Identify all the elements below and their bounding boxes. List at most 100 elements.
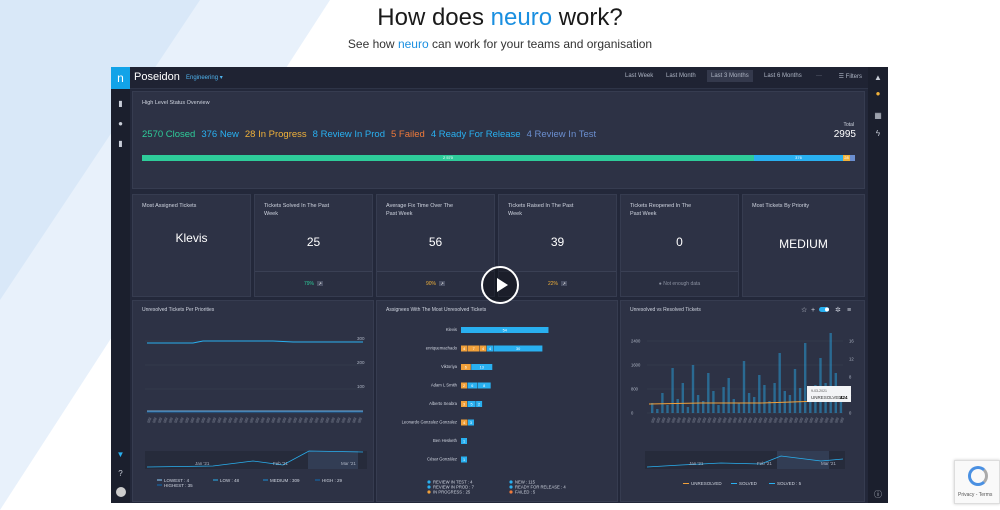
download-icon[interactable]: ▼ bbox=[116, 450, 125, 459]
more-icon[interactable]: ··· bbox=[812, 73, 826, 79]
status-item[interactable]: 5 Failed bbox=[391, 129, 425, 140]
range-last-3-months[interactable]: Last 3 Months bbox=[707, 70, 753, 82]
info-icon[interactable]: ⓘ bbox=[873, 490, 883, 500]
y-tick: 200 bbox=[357, 360, 365, 365]
solved-bar[interactable] bbox=[661, 393, 664, 413]
solved-bar[interactable] bbox=[819, 358, 822, 413]
range-last-week[interactable]: Last Week bbox=[621, 73, 657, 79]
solved-bar[interactable] bbox=[666, 405, 669, 413]
legend-item[interactable]: HIGHEST : 35 bbox=[164, 483, 193, 488]
card-title: High Level Status Overview bbox=[142, 100, 210, 106]
solved-bar[interactable] bbox=[656, 409, 659, 413]
bar-label: 2 bbox=[463, 384, 465, 388]
solved-bar[interactable] bbox=[753, 397, 756, 413]
kpi-value: 25 bbox=[306, 235, 321, 249]
x-tick: ||||||| bbox=[357, 417, 363, 424]
legend-marker bbox=[315, 479, 320, 481]
solved-bar[interactable] bbox=[742, 361, 746, 413]
solved-bar[interactable] bbox=[671, 368, 674, 413]
assignees-chart: Assignees With The Most Unresolved Ticke… bbox=[386, 307, 566, 495]
kpi-change: 90% ↗ bbox=[425, 281, 445, 287]
page-title: How does neuro work? bbox=[377, 4, 623, 31]
bar-label: 7 bbox=[473, 347, 475, 351]
legend-marker bbox=[509, 480, 513, 484]
bolt-icon[interactable]: ϟ bbox=[873, 129, 883, 139]
priorities-chart: Unresolved Tickets Per Priorities 300 200… bbox=[142, 307, 367, 488]
rocket-icon[interactable]: ▲ bbox=[873, 73, 883, 83]
solved-bar[interactable] bbox=[758, 375, 761, 413]
card-title: Tickets Reopened In The Past Week bbox=[630, 203, 692, 217]
solved-bar[interactable] bbox=[722, 387, 725, 413]
legend-item[interactable]: FAILED : 5 bbox=[515, 490, 536, 495]
total-value: 2995 bbox=[833, 129, 856, 140]
settings-icon[interactable]: ✲ bbox=[835, 306, 841, 314]
solved-bar[interactable] bbox=[727, 378, 730, 413]
status-item[interactable]: 376 New bbox=[201, 129, 239, 140]
dashboard-video[interactable]: n ▮ ● ▮ ▼ ? ▲ ● ▦ ϟ ⓘ Poseidon Engineeri… bbox=[111, 67, 888, 503]
solved-bar[interactable] bbox=[717, 405, 720, 413]
star-icon[interactable]: ☆ bbox=[801, 306, 807, 314]
kpi-value: Klevis bbox=[175, 231, 208, 245]
status-item[interactable]: 4 Review In Test bbox=[527, 129, 597, 140]
chart-title: Unresolved Tickets Per Priorities bbox=[142, 307, 215, 313]
avatar[interactable] bbox=[116, 487, 126, 497]
bookmark-icon[interactable]: ▮ bbox=[116, 139, 125, 148]
y-tick-right: 0 bbox=[849, 411, 852, 416]
solved-bar[interactable] bbox=[732, 399, 735, 413]
filters-button[interactable]: ☰ Filters bbox=[839, 73, 862, 80]
recaptcha-badge[interactable]: Privacy - Terms bbox=[954, 460, 1000, 504]
card-title: Most Assigned Tickets bbox=[142, 203, 197, 209]
bar-label: 4 bbox=[463, 421, 465, 425]
status-item[interactable]: 28 In Progress bbox=[245, 129, 307, 140]
solved-bar[interactable] bbox=[763, 385, 766, 413]
y-tick-left: 1600 bbox=[631, 363, 641, 368]
solved-bar[interactable] bbox=[686, 407, 690, 413]
trash-icon[interactable]: ▮ bbox=[116, 99, 125, 108]
legend-item[interactable]: HIGH : 29 bbox=[322, 478, 343, 483]
toggle-knob bbox=[825, 307, 829, 312]
range-last-6-months[interactable]: Last 6 Months bbox=[760, 73, 806, 79]
range-selection[interactable] bbox=[777, 451, 829, 469]
status-item[interactable]: 8 Review In Prod bbox=[313, 129, 385, 140]
solved-bar[interactable] bbox=[681, 383, 684, 413]
assignee-name: Viktoriya bbox=[441, 364, 458, 369]
nav-date: Feb '21 bbox=[273, 461, 288, 466]
play-button[interactable] bbox=[481, 266, 519, 304]
legend-item[interactable]: LOW : 48 bbox=[220, 478, 240, 483]
help-icon[interactable]: ? bbox=[116, 469, 125, 478]
solved-bar[interactable] bbox=[793, 369, 797, 413]
solved-bar[interactable] bbox=[691, 365, 695, 413]
solved-bar[interactable] bbox=[707, 373, 710, 413]
menu-icon[interactable]: ≡ bbox=[847, 307, 851, 314]
solved-bar[interactable] bbox=[778, 353, 781, 413]
range-last-month[interactable]: Last Month bbox=[662, 73, 700, 79]
solved-bar[interactable] bbox=[651, 403, 654, 413]
bell-icon[interactable]: ● bbox=[873, 89, 883, 99]
legend-marker bbox=[427, 485, 431, 489]
compass-icon[interactable]: ● bbox=[116, 119, 125, 128]
status-item[interactable]: 4 Ready For Release bbox=[431, 129, 521, 140]
solved-bar[interactable] bbox=[737, 403, 741, 413]
solved-bar[interactable] bbox=[696, 395, 700, 413]
legend-item[interactable]: MEDIUM : 309 bbox=[270, 478, 300, 483]
solved-bar[interactable] bbox=[804, 343, 807, 413]
assignee-name: Adam L Smith bbox=[431, 383, 458, 388]
legend-marker bbox=[509, 485, 513, 489]
recaptcha-links[interactable]: Privacy - Terms bbox=[958, 492, 992, 498]
range-selection[interactable] bbox=[308, 451, 358, 469]
solved-bar[interactable] bbox=[798, 388, 802, 413]
legend-item[interactable]: IN PROGRESS : 25 bbox=[433, 490, 471, 495]
solved-bar[interactable] bbox=[676, 399, 679, 413]
status-item[interactable]: 2570 Closed bbox=[142, 129, 195, 140]
legend-marker bbox=[213, 479, 218, 481]
top-bar: Poseidon Engineering ▾ Last Week Last Mo… bbox=[130, 67, 868, 89]
add-icon[interactable]: + bbox=[811, 307, 815, 314]
solved-bar[interactable] bbox=[773, 383, 776, 413]
solved-bar[interactable] bbox=[788, 395, 792, 413]
solved-bar[interactable] bbox=[712, 391, 715, 413]
legend-marker bbox=[683, 483, 689, 484]
team-selector[interactable]: Engineering ▾ bbox=[186, 74, 223, 81]
legend-marker bbox=[157, 479, 162, 481]
resolved-chart: Unresolved vs Resolved Tickets ☆ + ✲ ≡ 2… bbox=[630, 306, 854, 486]
grid-icon[interactable]: ▦ bbox=[873, 111, 883, 121]
